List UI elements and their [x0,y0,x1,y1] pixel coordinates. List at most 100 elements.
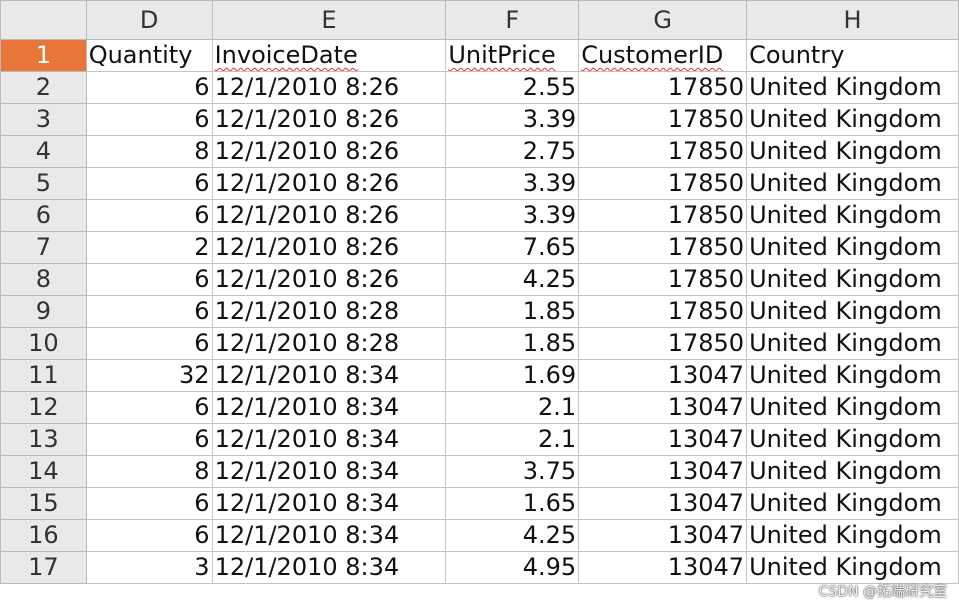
row-header[interactable]: 10 [0,327,87,360]
table-cell[interactable]: 1.65 [445,487,580,520]
table-cell[interactable]: 2 [85,231,213,264]
table-cell[interactable]: 17850 [578,263,748,296]
table-cell[interactable]: 1.69 [445,359,580,392]
column-header-f[interactable]: F [445,0,580,40]
table-cell[interactable]: 12/1/2010 8:26 [211,263,447,296]
table-cell[interactable]: 12/1/2010 8:26 [211,199,447,232]
table-cell[interactable]: 13047 [578,359,748,392]
table-cell[interactable]: 8 [85,135,213,168]
table-cell[interactable]: 17850 [578,103,748,136]
table-cell[interactable]: 4.25 [445,263,580,296]
table-cell[interactable]: United Kingdom [746,231,959,264]
table-cell[interactable]: 12/1/2010 8:26 [211,135,447,168]
table-cell[interactable]: UnitPrice [445,39,580,72]
table-cell[interactable]: 6 [85,167,213,200]
table-cell[interactable]: 17850 [578,167,748,200]
table-cell[interactable]: 13047 [578,519,748,552]
table-cell[interactable]: United Kingdom [746,135,959,168]
table-cell[interactable]: 3.39 [445,103,580,136]
table-cell[interactable]: 6 [85,263,213,296]
table-cell[interactable]: 2.55 [445,71,580,104]
table-cell[interactable]: 13047 [578,487,748,520]
table-cell[interactable]: 7.65 [445,231,580,264]
table-cell[interactable]: 4.95 [445,551,580,584]
table-cell[interactable]: United Kingdom [746,519,959,552]
table-cell[interactable]: 12/1/2010 8:34 [211,455,447,488]
table-cell[interactable]: United Kingdom [746,199,959,232]
table-cell[interactable]: 13047 [578,551,748,584]
table-cell[interactable]: 4.25 [445,519,580,552]
table-cell[interactable]: 17850 [578,199,748,232]
table-cell[interactable]: 2.1 [445,423,580,456]
row-header[interactable]: 8 [0,263,87,296]
table-cell[interactable]: United Kingdom [746,551,959,584]
table-cell[interactable]: CustomerID [578,39,748,72]
table-cell[interactable]: 12/1/2010 8:28 [211,295,447,328]
table-cell[interactable]: 12/1/2010 8:26 [211,231,447,264]
table-cell[interactable]: 17850 [578,71,748,104]
table-cell[interactable]: United Kingdom [746,103,959,136]
row-header[interactable]: 12 [0,391,87,424]
row-header[interactable]: 9 [0,295,87,328]
table-cell[interactable]: 12/1/2010 8:34 [211,551,447,584]
table-cell[interactable]: United Kingdom [746,263,959,296]
table-cell[interactable]: Country [746,39,959,72]
table-cell[interactable]: 2.75 [445,135,580,168]
table-cell[interactable]: 12/1/2010 8:26 [211,103,447,136]
table-cell[interactable]: 12/1/2010 8:34 [211,359,447,392]
table-cell[interactable]: 12/1/2010 8:34 [211,487,447,520]
table-cell[interactable]: 17850 [578,135,748,168]
table-cell[interactable]: 12/1/2010 8:28 [211,327,447,360]
column-header-e[interactable]: E [211,0,447,40]
row-header[interactable]: 7 [0,231,87,264]
table-cell[interactable]: 6 [85,103,213,136]
table-cell[interactable]: 17850 [578,295,748,328]
table-cell[interactable]: 3.39 [445,199,580,232]
table-cell[interactable]: 1.85 [445,295,580,328]
table-cell[interactable]: 12/1/2010 8:34 [211,391,447,424]
table-cell[interactable]: Quantity [85,39,213,72]
row-header[interactable]: 6 [0,199,87,232]
table-cell[interactable]: 3 [85,551,213,584]
table-cell[interactable]: United Kingdom [746,359,959,392]
table-cell[interactable]: 12/1/2010 8:34 [211,423,447,456]
row-header[interactable]: 1 [0,39,87,72]
row-header[interactable]: 13 [0,423,87,456]
column-header-g[interactable]: G [578,0,748,40]
select-all-corner[interactable] [0,0,87,40]
table-cell[interactable]: 13047 [578,423,748,456]
table-cell[interactable]: 6 [85,199,213,232]
table-cell[interactable]: United Kingdom [746,295,959,328]
table-cell[interactable]: 6 [85,391,213,424]
table-cell[interactable]: 6 [85,487,213,520]
table-cell[interactable]: United Kingdom [746,71,959,104]
table-cell[interactable]: 8 [85,455,213,488]
table-cell[interactable]: 3.39 [445,167,580,200]
table-cell[interactable]: United Kingdom [746,487,959,520]
table-cell[interactable]: 12/1/2010 8:34 [211,519,447,552]
table-cell[interactable]: InvoiceDate [211,39,447,72]
table-cell[interactable]: United Kingdom [746,391,959,424]
table-cell[interactable]: 13047 [578,455,748,488]
row-header[interactable]: 5 [0,167,87,200]
column-header-d[interactable]: D [85,0,213,40]
row-header[interactable]: 3 [0,103,87,136]
table-cell[interactable]: United Kingdom [746,455,959,488]
table-cell[interactable]: 6 [85,71,213,104]
row-header[interactable]: 16 [0,519,87,552]
table-cell[interactable]: United Kingdom [746,167,959,200]
table-cell[interactable]: United Kingdom [746,423,959,456]
table-cell[interactable]: 2.1 [445,391,580,424]
column-header-h[interactable]: H [746,0,959,40]
row-header[interactable]: 14 [0,455,87,488]
table-cell[interactable]: United Kingdom [746,327,959,360]
table-cell[interactable]: 6 [85,327,213,360]
table-cell[interactable]: 3.75 [445,455,580,488]
table-cell[interactable]: 6 [85,295,213,328]
row-header[interactable]: 4 [0,135,87,168]
row-header[interactable]: 15 [0,487,87,520]
row-header[interactable]: 2 [0,71,87,104]
table-cell[interactable]: 1.85 [445,327,580,360]
table-cell[interactable]: 6 [85,423,213,456]
table-cell[interactable]: 17850 [578,327,748,360]
